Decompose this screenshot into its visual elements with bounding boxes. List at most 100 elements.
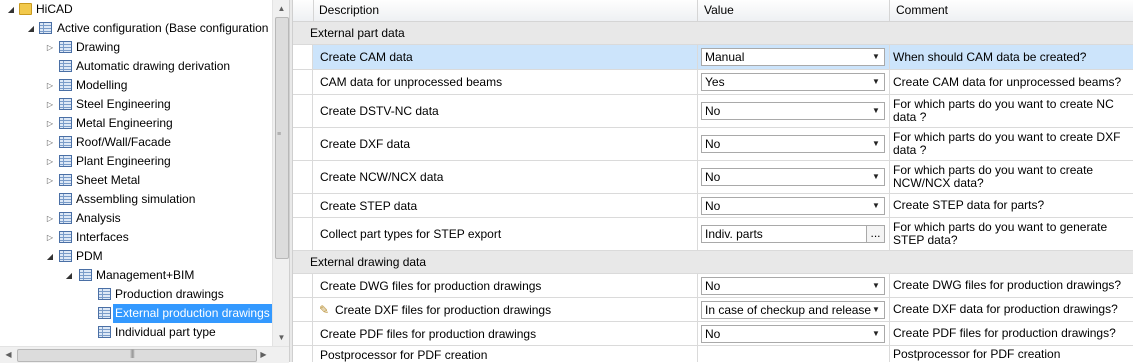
row-header xyxy=(293,322,313,345)
chevron-down-icon[interactable]: ▼ xyxy=(870,137,882,151)
configuration-tree[interactable]: ◢ HiCAD ◢ Active configuration (Base con… xyxy=(0,0,272,346)
section-header[interactable]: External part data xyxy=(293,22,1133,45)
row-comment: For which parts do you want to create DX… xyxy=(893,130,1121,157)
chevron-down-icon[interactable]: ▼ xyxy=(870,50,882,64)
chevron-down-icon[interactable]: ▼ xyxy=(870,75,882,89)
grid-row-collect-part-types-step[interactable]: Collect part types for STEP export Indiv… xyxy=(293,218,1133,251)
dropdown-value: No xyxy=(705,326,721,341)
expand-icon[interactable]: ▷ xyxy=(45,76,55,95)
column-header-description[interactable]: Description xyxy=(313,0,698,21)
collapse-icon[interactable]: ◢ xyxy=(6,0,16,19)
collapse-icon[interactable]: ◢ xyxy=(64,266,74,285)
settings-grid[interactable]: Description Value Comment External part … xyxy=(293,0,1133,362)
dropdown-value: Yes xyxy=(705,75,725,89)
tree-node-label: Plant Engineering xyxy=(76,154,171,168)
chevron-down-icon[interactable]: ▼ xyxy=(870,104,882,118)
row-comment: For which parts do you want to create NC… xyxy=(893,97,1114,124)
grid-row-cam-unprocessed-beams[interactable]: CAM data for unprocessed beams Yes ▼ Cre… xyxy=(293,70,1133,95)
value-dropdown[interactable]: Manual ▼ xyxy=(701,48,885,66)
row-header xyxy=(293,218,313,250)
scroll-up-icon[interactable]: ▲ xyxy=(273,0,290,17)
tree-node-label: HiCAD xyxy=(36,2,73,16)
chevron-down-icon[interactable]: ▼ xyxy=(870,327,882,341)
scrollbar-thumb[interactable] xyxy=(275,17,289,259)
table-icon xyxy=(59,79,72,91)
tree-vertical-scrollbar[interactable]: ▲ ≡ ▼ xyxy=(272,0,290,346)
table-icon xyxy=(98,288,111,300)
tree-node-label: PDM xyxy=(76,249,103,263)
tree-node-label: Drawing xyxy=(76,40,121,54)
grid-row-create-dxf-data[interactable]: Create DXF data No ▼ For which parts do … xyxy=(293,128,1133,161)
expand-icon[interactable]: ▷ xyxy=(45,95,55,114)
row-header xyxy=(293,161,313,193)
chevron-down-icon[interactable]: ▼ xyxy=(870,303,882,317)
expand-icon[interactable]: ▷ xyxy=(45,171,55,190)
table-icon xyxy=(59,117,72,129)
value-dropdown[interactable]: No ▼ xyxy=(701,102,885,120)
grid-row-create-dxf-files[interactable]: ✎ Create DXF files for production drawin… xyxy=(293,298,1133,322)
row-value-cell: In case of checkup and release ▼ xyxy=(698,298,890,321)
expand-icon[interactable]: ▷ xyxy=(45,38,55,57)
grid-row-create-dwg-files[interactable]: Create DWG files for production drawings… xyxy=(293,274,1133,298)
grip-icon: ≡ xyxy=(277,131,282,138)
table-icon xyxy=(59,41,72,53)
collapse-icon[interactable]: ◢ xyxy=(26,19,36,38)
table-icon xyxy=(59,231,72,243)
column-header-comment[interactable]: Comment xyxy=(890,0,1133,21)
row-description-cell: ✎ Create DXF files for production drawin… xyxy=(313,298,698,321)
row-comment: For which parts do you want to create NC… xyxy=(893,163,1094,190)
expand-icon[interactable]: ▷ xyxy=(45,133,55,152)
row-value-cell: No ▼ xyxy=(698,128,890,160)
grid-row-create-ncw-ncx-data[interactable]: Create NCW/NCX data No ▼ For which parts… xyxy=(293,161,1133,194)
value-dropdown[interactable]: In case of checkup and release ▼ xyxy=(701,300,885,319)
tree-node-label: Automatic drawing derivation xyxy=(76,59,231,73)
grid-row-create-dstv-nc-data[interactable]: Create DSTV-NC data No ▼ For which parts… xyxy=(293,95,1133,128)
chevron-down-icon[interactable]: ▼ xyxy=(870,199,882,213)
table-icon xyxy=(79,269,92,281)
row-header xyxy=(293,95,313,127)
ellipsis-button[interactable]: ... xyxy=(866,226,884,242)
value-dropdown[interactable]: Yes ▼ xyxy=(701,73,885,91)
value-dropdown[interactable]: No ▼ xyxy=(701,168,885,186)
dropdown-value: No xyxy=(705,104,721,118)
dropdown-value: No xyxy=(705,198,721,213)
tree-node-label: Individual part type xyxy=(115,325,216,339)
tree-node-label: Sheet Metal xyxy=(76,173,141,187)
expand-icon[interactable]: ▷ xyxy=(45,152,55,171)
row-value-cell[interactable] xyxy=(698,346,890,362)
value-dropdown[interactable]: No ▼ xyxy=(701,276,885,295)
scroll-left-icon[interactable]: ◀ xyxy=(0,347,17,363)
collapse-icon[interactable]: ◢ xyxy=(45,247,55,266)
column-header-value[interactable]: Value xyxy=(698,0,890,21)
row-value-cell: No ▼ xyxy=(698,322,890,345)
grid-row-create-step-data[interactable]: Create STEP data No ▼ Create STEP data f… xyxy=(293,194,1133,218)
grid-row-create-cam-data[interactable]: Create CAM data Manual ▼ When should CAM… xyxy=(293,45,1133,70)
section-header[interactable]: External drawing data xyxy=(293,251,1133,274)
row-comment: Create PDF files for production drawings… xyxy=(893,326,1116,340)
scroll-down-icon[interactable]: ▼ xyxy=(273,329,290,346)
tree-node-label: Metal Engineering xyxy=(76,116,173,130)
tree-horizontal-scrollbar[interactable]: ◀ ||| ▶ xyxy=(0,346,289,363)
chevron-down-icon[interactable]: ▼ xyxy=(870,170,882,184)
grid-row-pdf-postprocessor[interactable]: Postprocessor for PDF creation Postproce… xyxy=(293,346,1133,362)
row-description: Create DXF files for production drawings xyxy=(335,302,552,317)
scroll-right-icon[interactable]: ▶ xyxy=(255,347,272,363)
scrollbar-thumb[interactable] xyxy=(17,349,257,362)
expand-icon[interactable]: ▷ xyxy=(45,114,55,133)
value-picker[interactable]: Indiv. parts ... xyxy=(701,225,885,243)
grid-row-create-pdf-files[interactable]: Create PDF files for production drawings… xyxy=(293,322,1133,346)
row-description: Postprocessor for PDF creation xyxy=(313,346,698,362)
expand-icon[interactable]: ▷ xyxy=(45,228,55,247)
value-dropdown[interactable]: No ▼ xyxy=(701,324,885,343)
chevron-down-icon[interactable]: ▼ xyxy=(870,279,882,293)
tree-node-label: Production drawings xyxy=(115,287,224,301)
row-value-cell: Manual ▼ xyxy=(698,45,890,69)
row-comment: When should CAM data be created? xyxy=(890,45,1133,69)
expand-icon[interactable]: ▷ xyxy=(45,209,55,228)
value-dropdown[interactable]: No ▼ xyxy=(701,135,885,153)
table-icon xyxy=(98,307,111,319)
row-value-cell: Indiv. parts ... xyxy=(698,218,890,250)
grid-header: Description Value Comment xyxy=(293,0,1133,22)
value-dropdown[interactable]: No ▼ xyxy=(701,196,885,215)
dropdown-value: No xyxy=(705,278,721,293)
